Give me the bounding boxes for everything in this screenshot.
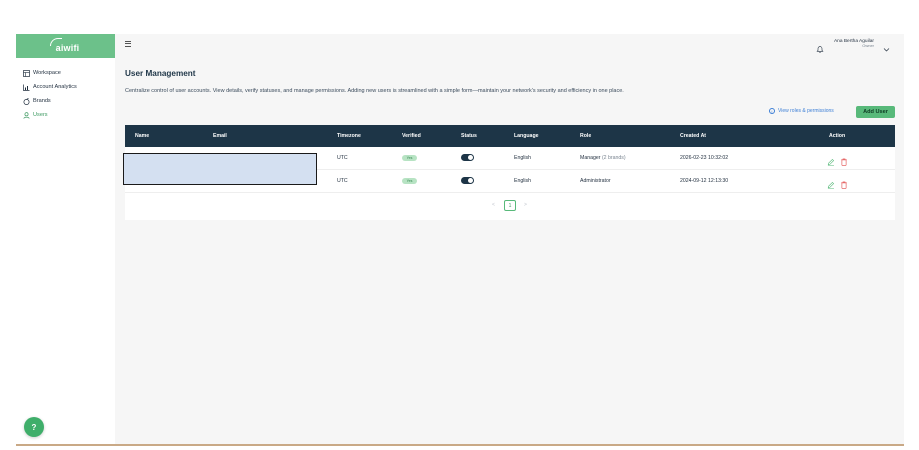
column-header-email: Email xyxy=(213,133,227,139)
timezone-cell: UTC xyxy=(337,178,348,184)
column-header-verified: Verified xyxy=(402,133,421,139)
window-bottom-edge xyxy=(16,444,904,446)
sidebar-item-label: Workspace xyxy=(33,70,61,76)
topbar-user: Ana Bertha Aguilar Owner xyxy=(816,39,890,53)
timezone-cell: UTC xyxy=(337,155,348,161)
sidebar-item-label: Account Analytics xyxy=(33,84,77,90)
status-toggle[interactable] xyxy=(461,154,474,161)
sidebar-item-users[interactable]: Users xyxy=(22,108,114,122)
role-brands-count: (2 brands) xyxy=(601,155,626,161)
next-page-button[interactable]: > xyxy=(524,202,527,208)
column-header-name: Name xyxy=(135,133,150,139)
role-cell: Administrator xyxy=(580,178,611,184)
delete-icon[interactable] xyxy=(840,153,848,166)
menu-toggle-icon[interactable] xyxy=(125,41,131,47)
prev-page-button[interactable]: < xyxy=(492,202,495,208)
language-cell: English xyxy=(514,178,532,184)
page-description: Centralize control of user accounts. Vie… xyxy=(125,88,624,94)
sidebar-nav: Workspace Account Analytics Brands Users xyxy=(22,66,114,122)
created-at-cell: 2024-09-12 12:13:30 xyxy=(680,178,729,184)
role-cell: Manager (2 brands) xyxy=(580,155,626,161)
user-role: Owner xyxy=(862,43,874,49)
sidebar-item-label: Brands xyxy=(33,98,51,104)
edit-icon[interactable] xyxy=(827,176,835,189)
sidebar-item-label: Users xyxy=(33,112,48,118)
table-header: Name Email Timezone Verified Status Lang… xyxy=(125,125,895,147)
edit-icon[interactable] xyxy=(827,153,835,166)
user-menu[interactable]: Ana Bertha Aguilar Owner xyxy=(834,39,874,48)
redacted-user-info xyxy=(123,153,317,185)
help-button[interactable]: ? xyxy=(24,417,44,437)
workspace-icon xyxy=(22,69,30,77)
help-label: ? xyxy=(31,422,37,432)
app-window: aiwifi Workspace Account Analytics Brand… xyxy=(16,34,904,446)
column-header-created-at: Created At xyxy=(680,133,707,139)
logo[interactable]: aiwifi xyxy=(16,34,115,58)
page-number-button[interactable]: 1 xyxy=(504,200,516,211)
status-toggle[interactable] xyxy=(461,177,474,184)
view-roles-label: View roles & permissions xyxy=(778,108,834,114)
verified-badge: Yes xyxy=(402,155,417,161)
user-icon xyxy=(22,111,30,119)
pagination: < 1 > xyxy=(125,200,895,212)
wifi-swoosh-icon xyxy=(50,38,62,46)
created-at-cell: 2026-02-23 10:32:02 xyxy=(680,155,729,161)
add-user-button[interactable]: Add User xyxy=(856,106,895,118)
bell-icon[interactable] xyxy=(816,40,824,53)
column-header-role: Role xyxy=(580,133,592,139)
column-header-action: Action xyxy=(829,133,846,139)
verified-badge: Yes xyxy=(402,178,417,184)
column-header-timezone: Timezone xyxy=(337,133,361,139)
column-header-status: Status xyxy=(461,133,477,139)
sidebar: aiwifi Workspace Account Analytics Brand… xyxy=(16,34,115,446)
role-name: Manager xyxy=(580,155,601,161)
view-roles-link[interactable]: i View roles & permissions xyxy=(769,108,834,114)
sidebar-item-workspace[interactable]: Workspace xyxy=(22,66,114,80)
column-header-language: Language xyxy=(514,133,539,139)
analytics-icon xyxy=(22,83,30,91)
sidebar-item-brands[interactable]: Brands xyxy=(22,94,114,108)
main-content: Ana Bertha Aguilar Owner User Management… xyxy=(115,34,904,446)
page-title: User Management xyxy=(125,69,196,78)
info-icon: i xyxy=(769,108,775,114)
chevron-down-icon[interactable] xyxy=(883,40,890,52)
delete-icon[interactable] xyxy=(840,176,848,189)
brands-icon xyxy=(22,97,30,105)
language-cell: English xyxy=(514,155,532,161)
sidebar-item-account-analytics[interactable]: Account Analytics xyxy=(22,80,114,94)
